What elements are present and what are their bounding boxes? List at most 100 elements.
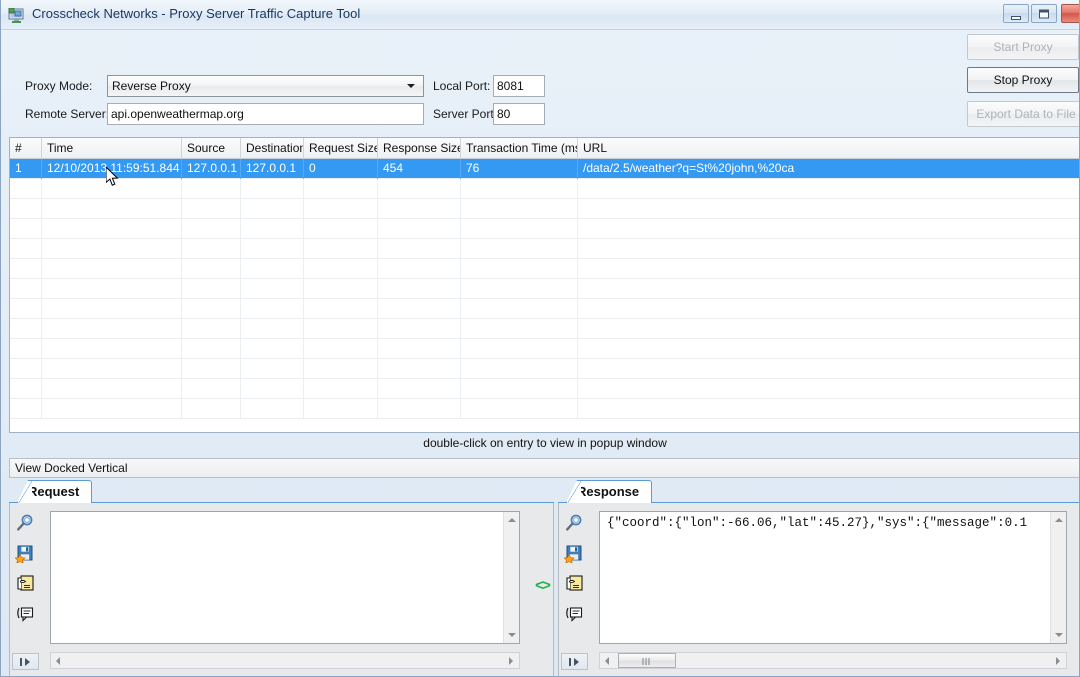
table-row-empty[interactable] xyxy=(10,259,1079,279)
table-row-empty[interactable] xyxy=(10,359,1079,379)
cell-empty xyxy=(10,359,42,379)
proxy-mode-select[interactable]: Reverse Proxy xyxy=(107,75,424,97)
cell-empty xyxy=(182,299,241,319)
column-header-num[interactable]: # xyxy=(10,138,42,159)
scroll-left-icon[interactable] xyxy=(51,653,67,668)
column-header-request-size[interactable]: Request Size xyxy=(304,138,378,159)
cell-empty xyxy=(182,359,241,379)
table-row-empty[interactable] xyxy=(10,179,1079,199)
cell-num: 1 xyxy=(10,159,42,179)
comment-icon[interactable] xyxy=(15,603,35,623)
cell-empty xyxy=(378,359,461,379)
table-row-empty[interactable] xyxy=(10,379,1079,399)
request-text-area[interactable] xyxy=(50,511,520,644)
cell-empty xyxy=(241,359,304,379)
search-icon[interactable] xyxy=(15,513,35,533)
cell-empty xyxy=(378,399,461,419)
cell-empty xyxy=(182,379,241,399)
column-header-response-size[interactable]: Response Size xyxy=(378,138,461,159)
maximize-button[interactable] xyxy=(1031,4,1057,23)
request-dock-handle[interactable] xyxy=(12,653,39,670)
column-header-url[interactable]: URL xyxy=(578,138,1079,159)
comment-icon[interactable] xyxy=(564,603,584,623)
table-row-empty[interactable] xyxy=(10,219,1079,239)
local-port-input[interactable] xyxy=(493,75,545,97)
response-dock-handle[interactable] xyxy=(561,653,588,670)
copy-icon[interactable] xyxy=(15,573,35,593)
cell-empty xyxy=(182,279,241,299)
local-port-label: Local Port: xyxy=(433,79,491,93)
tab-response[interactable]: Response xyxy=(566,480,653,503)
cell-empty xyxy=(182,319,241,339)
panel-splitter[interactable]: <> xyxy=(532,480,558,676)
cell-empty xyxy=(10,319,42,339)
splitter-grip[interactable]: <> xyxy=(535,578,551,595)
request-vertical-scrollbar[interactable] xyxy=(503,512,519,643)
save-icon[interactable] xyxy=(564,543,584,563)
scroll-right-icon[interactable] xyxy=(1050,653,1066,668)
start-proxy-button[interactable]: Start Proxy xyxy=(967,34,1079,60)
traffic-table[interactable]: # Time Source Destination Request Size R… xyxy=(9,137,1079,433)
response-text-area[interactable]: {"coord":{"lon":-66.06,"lat":45.27},"sys… xyxy=(599,511,1067,644)
cell-empty xyxy=(42,179,182,199)
table-row-empty[interactable] xyxy=(10,299,1079,319)
cell-empty xyxy=(304,299,378,319)
cell-empty xyxy=(461,179,578,199)
table-hint-text: double-click on entry to view in popup w… xyxy=(423,436,667,450)
scroll-down-icon[interactable] xyxy=(1051,627,1066,643)
title-bar: Crosscheck Networks - Proxy Server Traff… xyxy=(1,0,1079,30)
export-data-button[interactable]: Export Data to File xyxy=(967,101,1079,127)
cell-empty xyxy=(42,339,182,359)
column-header-source[interactable]: Source xyxy=(182,138,241,159)
cell-response-size: 454 xyxy=(378,159,461,179)
scroll-left-icon[interactable] xyxy=(600,653,616,668)
scroll-right-icon[interactable] xyxy=(503,653,519,668)
scroll-down-icon[interactable] xyxy=(504,627,519,643)
cell-empty xyxy=(241,179,304,199)
save-icon[interactable] xyxy=(15,543,35,563)
window-title: Crosscheck Networks - Proxy Server Traff… xyxy=(32,6,361,21)
cell-empty xyxy=(378,199,461,219)
minimize-icon xyxy=(1011,15,1021,20)
cell-empty xyxy=(10,179,42,199)
table-row-empty[interactable] xyxy=(10,239,1079,259)
remote-server-label: Remote Server: xyxy=(25,107,110,121)
server-port-input[interactable] xyxy=(493,103,545,125)
cell-empty xyxy=(10,279,42,299)
table-row-empty[interactable] xyxy=(10,199,1079,219)
copy-icon[interactable] xyxy=(564,573,584,593)
cell-empty xyxy=(378,239,461,259)
close-button[interactable] xyxy=(1061,4,1079,23)
column-header-transaction-time[interactable]: Transaction Time (ms) xyxy=(461,138,578,159)
tab-request[interactable]: Request xyxy=(17,480,93,503)
table-row[interactable]: 1 12/10/2013 11:59:51.844 127.0.0.1 127.… xyxy=(10,159,1079,179)
request-tabstrip: Request xyxy=(9,480,554,503)
search-icon[interactable] xyxy=(564,513,584,533)
table-row-empty[interactable] xyxy=(10,339,1079,359)
cell-empty xyxy=(241,239,304,259)
scrollbar-thumb[interactable] xyxy=(618,653,676,668)
cell-empty xyxy=(42,219,182,239)
response-vertical-scrollbar[interactable] xyxy=(1050,512,1066,643)
cell-empty xyxy=(42,239,182,259)
cell-empty xyxy=(304,399,378,419)
table-row-empty[interactable] xyxy=(10,279,1079,299)
scroll-up-icon[interactable] xyxy=(504,512,519,528)
tab-slant xyxy=(567,481,581,503)
response-horizontal-scrollbar[interactable] xyxy=(599,652,1067,669)
cell-empty xyxy=(378,299,461,319)
cell-empty xyxy=(42,319,182,339)
table-row-empty[interactable] xyxy=(10,319,1079,339)
view-dock-bar[interactable]: View Docked Vertical xyxy=(9,458,1079,478)
column-header-time[interactable]: Time xyxy=(42,138,182,159)
cell-time: 12/10/2013 11:59:51.844 xyxy=(42,159,182,179)
stop-proxy-button[interactable]: Stop Proxy xyxy=(967,67,1079,93)
table-row-empty[interactable] xyxy=(10,399,1079,419)
cell-empty xyxy=(461,219,578,239)
scroll-up-icon[interactable] xyxy=(1051,512,1066,528)
minimize-button[interactable] xyxy=(1003,4,1029,23)
column-header-destination[interactable]: Destination xyxy=(241,138,304,159)
cell-empty xyxy=(42,199,182,219)
remote-server-input[interactable] xyxy=(107,103,424,125)
request-horizontal-scrollbar[interactable] xyxy=(50,652,520,669)
